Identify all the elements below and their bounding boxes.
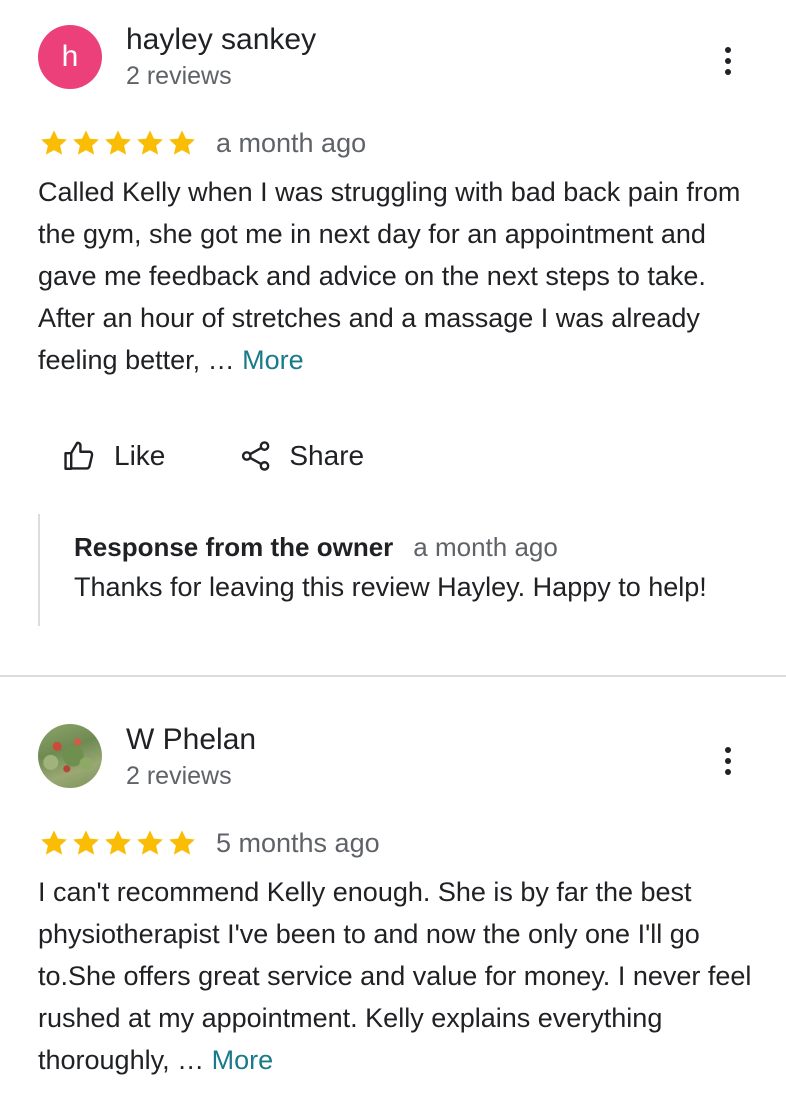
review-body: I can't recommend Kelly enough. She is b… — [38, 877, 752, 1075]
avatar[interactable]: h — [38, 25, 102, 89]
more-options-button[interactable] — [714, 741, 742, 781]
more-link[interactable]: More — [242, 345, 304, 375]
star-icon — [41, 130, 67, 155]
rating-row: 5 months ago — [38, 827, 380, 859]
owner-response-title: Response from the owner — [74, 532, 394, 562]
review-date: a month ago — [216, 127, 367, 158]
reviewer-review-count[interactable]: 2 reviews — [126, 61, 232, 91]
owner-response: Response from the owner a month ago Than… — [38, 514, 778, 626]
reviewer-name[interactable]: W Phelan — [126, 722, 256, 758]
star-icon — [105, 830, 131, 855]
rating-row: a month ago — [38, 127, 366, 159]
review-actions: Like Share — [62, 436, 364, 476]
thumb-up-icon — [64, 441, 94, 470]
review-date: 5 months ago — [216, 827, 380, 858]
star-icon — [137, 830, 163, 855]
star-rating — [38, 827, 198, 859]
reviewer-review-count[interactable]: 2 reviews — [126, 761, 232, 791]
reviewer-name[interactable]: hayley sankey — [126, 22, 316, 58]
more-options-button[interactable] — [714, 41, 742, 81]
star-icon — [105, 130, 131, 155]
star-icon — [137, 130, 163, 155]
like-button[interactable]: Like — [62, 439, 165, 473]
more-vert-icon — [725, 747, 731, 753]
avatar-letter: h — [61, 40, 79, 73]
owner-response-date: a month ago — [413, 532, 558, 562]
review-card: W Phelan 2 reviews 5 months ago I can't … — [0, 676, 786, 1106]
star-icon — [73, 830, 99, 855]
share-label: Share — [289, 440, 365, 471]
more-link[interactable]: More — [212, 1045, 274, 1075]
review-text: I can't recommend Kelly enough. She is b… — [38, 871, 758, 1081]
star-icon — [169, 830, 195, 855]
star-icon — [41, 830, 67, 855]
like-label: Like — [114, 440, 166, 471]
more-vert-icon — [725, 47, 731, 53]
review-text: Called Kelly when I was struggling with … — [38, 171, 758, 381]
review-card: h hayley sankey 2 reviews a month ago Ca… — [0, 0, 786, 677]
owner-response-header: Response from the owner a month ago — [74, 532, 558, 563]
owner-response-text: Thanks for leaving this review Hayley. H… — [74, 572, 707, 602]
star-rating — [38, 127, 198, 159]
star-icon — [169, 130, 195, 155]
avatar[interactable] — [38, 724, 102, 788]
share-button[interactable]: Share — [239, 439, 364, 473]
star-icon — [73, 130, 99, 155]
share-icon — [242, 441, 270, 471]
review-body: Called Kelly when I was struggling with … — [38, 177, 741, 375]
